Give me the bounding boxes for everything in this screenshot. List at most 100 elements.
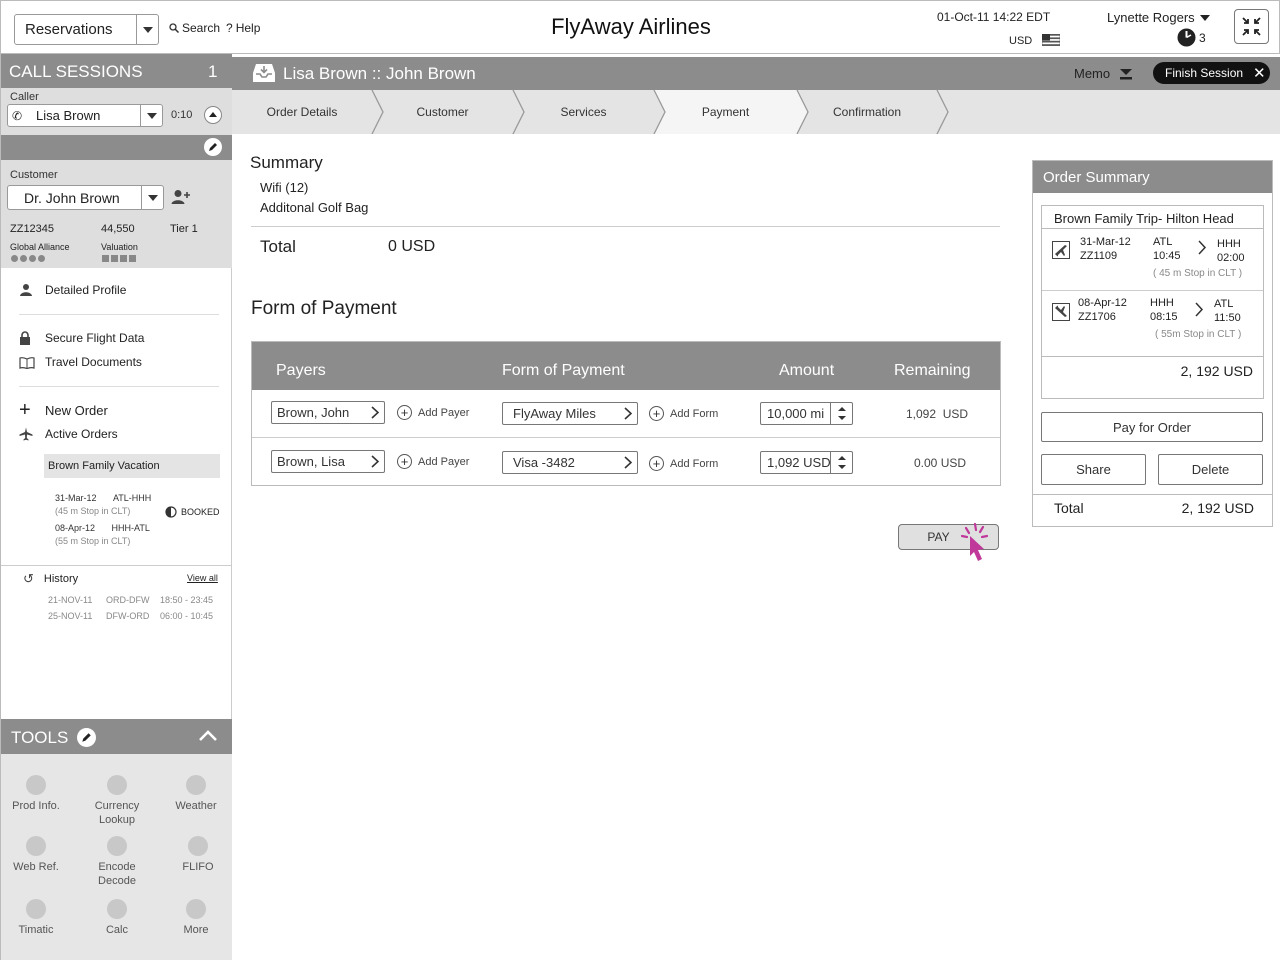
history-row[interactable]: 21-NOV-11 ORD-DFW 18:50 - 23:45 xyxy=(48,595,213,605)
tool-icon xyxy=(26,899,46,919)
module-select[interactable]: Reservations xyxy=(14,14,159,45)
departure-plane-icon xyxy=(1052,241,1070,259)
flight-dep: 08:15 xyxy=(1150,311,1178,323)
edit-button[interactable] xyxy=(204,138,222,156)
tool-calc[interactable]: Calc xyxy=(82,899,152,937)
user-menu[interactable]: Lynette Rogers xyxy=(1107,10,1210,25)
tab-label: Order Details xyxy=(266,105,338,119)
call-sessions-header: CALL SESSIONS 1 xyxy=(1,54,232,88)
lock-icon xyxy=(20,331,30,345)
notification-count: 3 xyxy=(1199,30,1206,45)
tool-label: Web Ref. xyxy=(13,861,59,873)
amount-stepper[interactable]: 1,092 USD xyxy=(760,451,853,474)
valuation-label: Valuation xyxy=(101,242,138,252)
divider xyxy=(1,565,232,566)
tool-currency-lookup[interactable]: Currency Lookup xyxy=(82,775,152,827)
tool-encode-decode[interactable]: Encode Decode xyxy=(82,836,152,888)
add-payer-button[interactable]: + Add Payer xyxy=(397,454,469,469)
share-button[interactable]: Share xyxy=(1041,454,1146,485)
flight-to: HHH xyxy=(1217,238,1241,250)
active-orders-link[interactable]: Active Orders xyxy=(19,427,118,441)
plus-circle-icon: + xyxy=(397,454,412,469)
plus-circle-icon: + xyxy=(397,405,412,420)
tool-weather[interactable]: Weather xyxy=(161,775,231,813)
active-order-item[interactable]: Brown Family Vacation xyxy=(44,454,220,478)
add-payer-button[interactable]: + Add Payer xyxy=(397,405,469,420)
notification-button[interactable]: 3 xyxy=(1177,28,1206,47)
chevron-right-icon xyxy=(624,407,632,420)
close-icon: ✕ xyxy=(1253,65,1266,82)
add-customer-button[interactable] xyxy=(171,189,191,205)
tool-web-ref[interactable]: Web Ref. xyxy=(1,836,71,874)
form-select[interactable]: Visa -3482 xyxy=(502,451,638,474)
tab-label: Confirmation xyxy=(832,105,902,119)
tab-services[interactable]: Services xyxy=(513,90,654,134)
alliance-dots xyxy=(11,255,45,262)
tab-customer[interactable]: Customer xyxy=(372,90,513,134)
form-select[interactable]: FlyAway Miles xyxy=(502,402,638,425)
payer-select[interactable]: Brown, John xyxy=(271,401,385,424)
booked-label: BOOKED xyxy=(181,507,220,517)
session-title: Lisa Brown :: John Brown xyxy=(283,64,476,83)
collapse-tools-button[interactable] xyxy=(197,728,219,744)
flight-from: HHH xyxy=(1150,297,1174,309)
tab-order-details[interactable]: Order Details xyxy=(232,90,372,134)
tab-confirmation[interactable]: Confirmation xyxy=(797,90,937,134)
tool-timatic[interactable]: Timatic xyxy=(1,899,71,937)
tools-panel: Prod Info. Currency Lookup Weather Web R… xyxy=(1,754,232,960)
search-label: Search xyxy=(182,21,221,35)
stepper-arrows[interactable] xyxy=(830,403,852,424)
pay-for-order-button[interactable]: Pay for Order xyxy=(1041,412,1263,442)
detailed-profile-link[interactable]: Detailed Profile xyxy=(19,283,126,297)
tool-icon xyxy=(107,775,127,795)
help-link[interactable]: ? Help xyxy=(226,21,260,35)
tool-prod-info[interactable]: Prod Info. xyxy=(1,775,71,813)
session-header: Lisa Brown :: John Brown Memo Finish Ses… xyxy=(232,57,1280,90)
payer-select[interactable]: Brown, Lisa xyxy=(271,450,385,473)
tool-more[interactable]: More xyxy=(161,899,231,937)
delete-button[interactable]: Delete xyxy=(1158,454,1263,485)
collapse-caller-button[interactable] xyxy=(204,106,222,124)
tool-flifo[interactable]: FLIFO xyxy=(163,836,233,874)
leg-route: HHH-ATL xyxy=(111,523,150,533)
history-row[interactable]: 25-NOV-11 DFW-ORD 06:00 - 10:45 xyxy=(48,611,213,621)
tool-icon xyxy=(107,836,127,856)
stepper-arrows[interactable] xyxy=(830,452,852,473)
new-order-link[interactable]: + New Order xyxy=(19,400,108,420)
customer-select[interactable]: Dr. John Brown xyxy=(7,185,164,210)
form-value: Visa -3482 xyxy=(513,455,575,470)
tool-label: Calc xyxy=(105,924,128,936)
secure-flight-link[interactable]: Secure Flight Data xyxy=(19,331,144,345)
flight-segment[interactable]: 31-Mar-12 ZZ1109 ATL 10:45 HHH 02:00 ( 4… xyxy=(1042,236,1263,286)
currency-label: USD xyxy=(1009,35,1033,47)
app-title: FlyAway Airlines xyxy=(551,14,711,39)
travel-documents-link[interactable]: Travel Documents xyxy=(19,355,142,369)
half-circle-icon xyxy=(165,506,177,518)
flight-stop: ( 55m Stop in CLT ) xyxy=(1155,329,1242,340)
add-form-button[interactable]: + Add Form xyxy=(649,456,718,471)
pay-for-order-label: Pay for Order xyxy=(1112,419,1192,435)
history-route: ORD-DFW xyxy=(106,595,150,605)
search-link[interactable]: Search xyxy=(169,21,220,35)
caller-timer: 0:10 xyxy=(171,109,193,121)
caller-panel: Caller ✆ Lisa Brown 0:10 xyxy=(1,88,232,135)
fullscreen-button[interactable] xyxy=(1234,9,1269,44)
add-form-button[interactable]: + Add Form xyxy=(649,406,718,421)
detailed-profile-label: Detailed Profile xyxy=(45,283,127,297)
payment-title: Form of Payment xyxy=(251,298,397,319)
view-all-link[interactable]: View all xyxy=(187,573,218,583)
col-amount: Amount xyxy=(779,362,835,379)
tab-payment[interactable]: Payment xyxy=(654,90,797,134)
flight-segment[interactable]: 08-Apr-12 ZZ1706 HHH 08:15 ATL 11:50 ( 5… xyxy=(1042,297,1263,347)
caller-select[interactable]: ✆ Lisa Brown xyxy=(7,104,163,127)
edit-tools-button[interactable] xyxy=(77,728,96,747)
user-name: Lynette Rogers xyxy=(1107,10,1195,25)
payment-table: Payers Form of Payment Amount Remaining … xyxy=(251,341,1001,486)
finish-session-button[interactable]: Finish Session ✕ xyxy=(1153,62,1270,84)
amount-stepper[interactable]: 10,000 mi xyxy=(760,402,853,425)
tool-label: FLIFO xyxy=(182,861,214,873)
memo-button[interactable]: Memo xyxy=(1074,66,1133,81)
flight-dep: 10:45 xyxy=(1153,250,1181,262)
col-form: Form of Payment xyxy=(502,362,625,379)
flight-from: ATL xyxy=(1153,236,1173,248)
